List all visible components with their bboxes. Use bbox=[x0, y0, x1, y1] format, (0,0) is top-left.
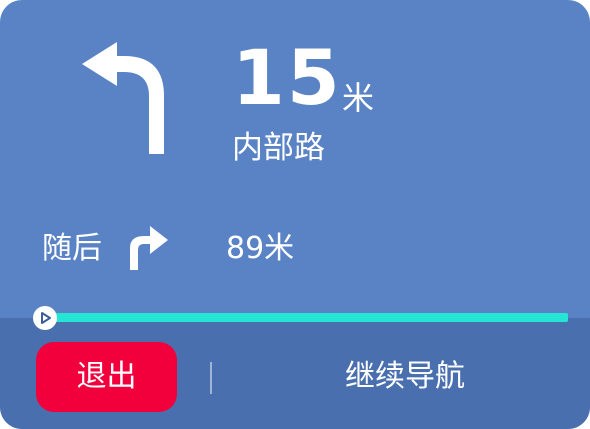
maneuver-distance: 15 bbox=[232, 33, 342, 122]
next-maneuver-distance: 89米 bbox=[226, 231, 295, 266]
progress-handle[interactable] bbox=[33, 306, 57, 330]
road-name: 内部路 bbox=[232, 130, 325, 166]
navigation-card: 15 米 内部路 随后 89米 退出 继续导航 bbox=[0, 0, 590, 429]
route-progress-bar[interactable] bbox=[44, 313, 568, 322]
maneuver-distance-unit: 米 bbox=[342, 79, 375, 117]
continue-navigation-button[interactable]: 继续导航 bbox=[300, 342, 510, 412]
turn-left-arrow-icon bbox=[82, 42, 164, 154]
exit-button[interactable]: 退出 bbox=[36, 342, 177, 412]
button-divider bbox=[210, 362, 212, 394]
turn-right-arrow-icon bbox=[130, 226, 168, 270]
next-maneuver-label: 随后 bbox=[42, 231, 102, 266]
play-icon bbox=[41, 312, 51, 324]
